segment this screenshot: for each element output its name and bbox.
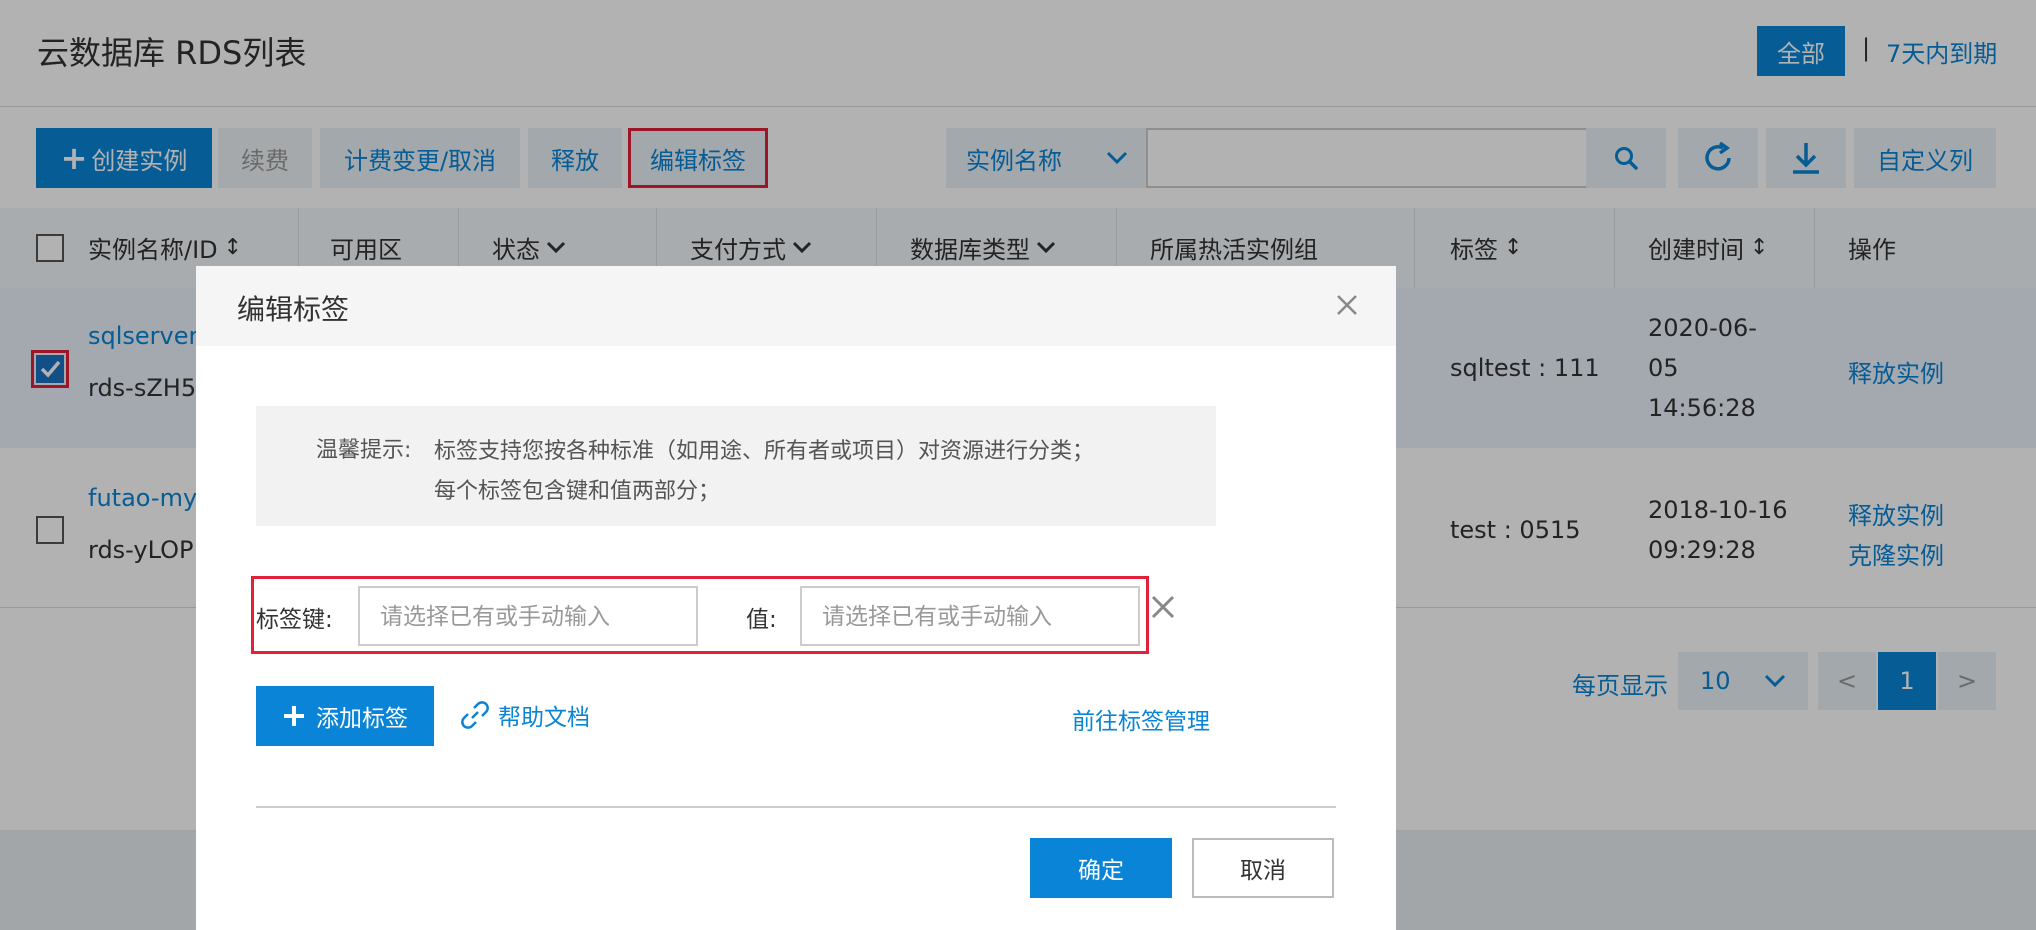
plus-icon bbox=[284, 706, 304, 726]
close-icon bbox=[1151, 595, 1175, 619]
add-tag-button[interactable]: 添加标签 bbox=[256, 686, 434, 746]
dialog-title: 编辑标签 bbox=[237, 293, 350, 326]
dialog-header bbox=[196, 266, 1396, 346]
remove-tag-button[interactable] bbox=[1148, 592, 1178, 622]
notice-text: 标签支持您按各种标准（如用途、所有者或项目）对资源进行分类； 每个标签包含键和值… bbox=[434, 432, 1094, 512]
confirm-button[interactable]: 确定 bbox=[1030, 838, 1172, 898]
edit-tags-dialog: 编辑标签 温馨提示: 标签支持您按各种标准（如用途、所有者或项目）对资源进行分类… bbox=[196, 266, 1396, 930]
tag-key-label: 标签键: bbox=[256, 607, 333, 633]
tag-management-link[interactable]: 前往标签管理 bbox=[1072, 702, 1210, 736]
cancel-button[interactable]: 取消 bbox=[1192, 838, 1334, 898]
tag-key-input[interactable] bbox=[358, 586, 698, 646]
link-icon bbox=[461, 701, 489, 729]
help-docs-label: 帮助文档 bbox=[498, 705, 590, 731]
dialog-close-button[interactable] bbox=[1330, 288, 1364, 322]
notice-box: 温馨提示: 标签支持您按各种标准（如用途、所有者或项目）对资源进行分类； 每个标… bbox=[256, 406, 1216, 526]
close-icon bbox=[1337, 295, 1357, 315]
tag-value-input[interactable] bbox=[800, 586, 1140, 646]
dialog-divider bbox=[256, 806, 1336, 808]
help-docs-link[interactable]: 帮助文档 bbox=[460, 698, 590, 732]
notice-label: 温馨提示: bbox=[316, 438, 412, 463]
notice-line: 每个标签包含键和值两部分； bbox=[434, 479, 721, 504]
notice-line: 标签支持您按各种标准（如用途、所有者或项目）对资源进行分类； bbox=[434, 439, 1095, 464]
tag-value-label: 值: bbox=[746, 607, 777, 633]
add-tag-label: 添加标签 bbox=[316, 706, 408, 732]
